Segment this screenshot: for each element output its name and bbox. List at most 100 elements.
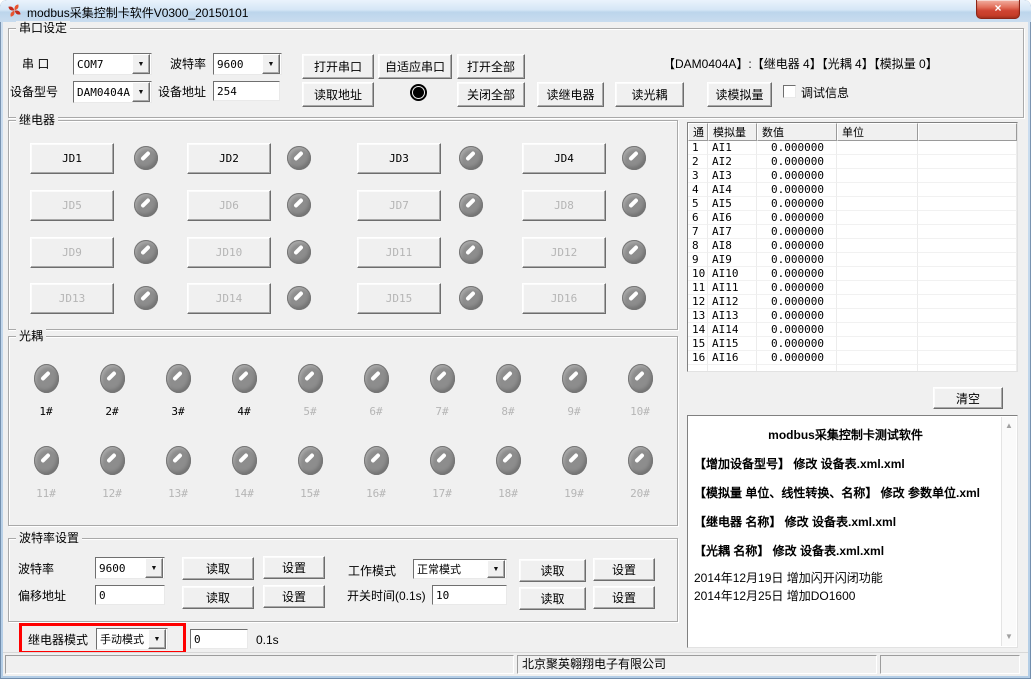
analog-table-row[interactable]: 14AI140.000000 xyxy=(688,323,1017,337)
analog-table-row[interactable]: 2AI20.000000 xyxy=(688,155,1017,169)
opto-row-2: 11#12#13#14#15#16#17#18#19#20# xyxy=(13,446,673,500)
relay-button-jd5[interactable]: JD5 xyxy=(30,190,114,221)
relay-button-jd11[interactable]: JD11 xyxy=(357,237,441,268)
analog-table-row[interactable]: 16AI160.000000 xyxy=(688,351,1017,365)
relay-button-jd1[interactable]: JD1 xyxy=(30,143,114,174)
analog-table-header: 通模拟量数值单位 xyxy=(688,123,1017,141)
debug-info-checkbox[interactable] xyxy=(783,85,796,98)
analog-table-row[interactable]: 10AI100.000000 xyxy=(688,267,1017,281)
relay-led-indicator xyxy=(287,286,311,310)
opto-row-1: 1#2#3#4#5#6#7#8#9#10# xyxy=(13,364,673,418)
baud-setting-combobox[interactable]: 9600 ▼ xyxy=(95,557,165,579)
dropdown-arrow-icon: ▼ xyxy=(145,558,163,578)
analog-table-row[interactable]: 13AI130.000000 xyxy=(688,309,1017,323)
relay-button-jd9[interactable]: JD9 xyxy=(30,237,114,268)
analog-col-header[interactable]: 通 xyxy=(688,123,708,141)
read-analog-button[interactable]: 读模拟量 xyxy=(707,82,772,107)
analog-table-row[interactable]: 3AI30.000000 xyxy=(688,169,1017,183)
switch-time-input[interactable] xyxy=(432,585,507,605)
close-all-button[interactable]: 关闭全部 xyxy=(457,82,525,107)
opto-channel-label: 6# xyxy=(369,405,382,418)
relay-button-jd12[interactable]: JD12 xyxy=(522,237,606,268)
opto-channel-label: 1# xyxy=(39,405,52,418)
offset-set-button[interactable]: 设置 xyxy=(263,585,325,608)
device-info-text: 【DAM0404A】:【继电器 4】【光耦 4】【模拟量 0】 xyxy=(663,57,938,71)
opto-channel-label: 5# xyxy=(303,405,316,418)
auto-serial-button[interactable]: 自适应串口 xyxy=(378,54,452,79)
relay-mode-time-input[interactable] xyxy=(190,629,248,649)
baudrate-settings-group: 波特率设置 波特率 9600 ▼ 读取 设置 偏移地址 读取 设置 工作模式 正… xyxy=(8,538,678,622)
relay-led-indicator xyxy=(622,146,646,170)
relay-button-jd6[interactable]: JD6 xyxy=(187,190,271,221)
addr-label: 设备地址 xyxy=(158,85,206,99)
opto-channel: 18# xyxy=(475,446,541,500)
relay-button-jd2[interactable]: JD2 xyxy=(187,143,271,174)
opto-channel-label: 13# xyxy=(168,487,188,500)
read-opto-button[interactable]: 读光耦 xyxy=(615,82,684,107)
opto-channel: 8# xyxy=(475,364,541,418)
relay-button-jd13[interactable]: JD13 xyxy=(30,283,114,314)
opto-channel-label: 9# xyxy=(567,405,580,418)
analog-table-row[interactable]: 4AI40.000000 xyxy=(688,183,1017,197)
relay-button-jd8[interactable]: JD8 xyxy=(522,190,606,221)
relay-button-jd14[interactable]: JD14 xyxy=(187,283,271,314)
switch-time-read-button[interactable]: 读取 xyxy=(519,587,586,610)
baud-read-button[interactable]: 读取 xyxy=(182,557,254,580)
clear-button[interactable]: 清空 xyxy=(933,387,1003,409)
close-button[interactable]: × xyxy=(976,0,1020,19)
relay-button-jd3[interactable]: JD3 xyxy=(357,143,441,174)
model-combobox[interactable]: DAM0404A ▼ xyxy=(73,81,152,103)
analog-table-row[interactable]: 6AI60.000000 xyxy=(688,211,1017,225)
baud-combobox[interactable]: 9600 ▼ xyxy=(213,53,282,75)
work-mode-combobox[interactable]: 正常模式 ▼ xyxy=(413,559,507,579)
read-address-button[interactable]: 读取地址 xyxy=(302,82,374,107)
title-bar[interactable]: modbus采集控制卡软件V0300_20150101 × xyxy=(0,0,1031,22)
analog-table-row[interactable]: 7AI70.000000 xyxy=(688,225,1017,239)
relay-button-jd4[interactable]: JD4 xyxy=(522,143,606,174)
offset-read-button[interactable]: 读取 xyxy=(182,586,254,609)
relay-led-indicator xyxy=(287,240,311,264)
relay-led-indicator xyxy=(134,193,158,217)
relay-mode-combobox[interactable]: 手动模式 ▼ xyxy=(96,628,168,650)
relay-button-jd16[interactable]: JD16 xyxy=(522,283,606,314)
analog-table-row[interactable]: 12AI120.000000 xyxy=(688,295,1017,309)
analog-col-header[interactable]: 数值 xyxy=(757,123,837,141)
opto-led-indicator xyxy=(364,364,389,393)
opto-led-indicator xyxy=(628,364,653,393)
open-serial-button[interactable]: 打开串口 xyxy=(302,54,374,79)
relay-led-indicator xyxy=(459,286,483,310)
switch-time-set-button[interactable]: 设置 xyxy=(593,586,655,609)
analog-col-header[interactable]: 单位 xyxy=(837,123,918,141)
opto-channel: 2# xyxy=(79,364,145,418)
app-window: modbus采集控制卡软件V0300_20150101 × 串口设定 串 口 C… xyxy=(0,0,1031,679)
open-all-button[interactable]: 打开全部 xyxy=(457,54,525,79)
relay-button-jd7[interactable]: JD7 xyxy=(357,190,441,221)
analog-table-row[interactable]: 1AI10.000000 xyxy=(688,141,1017,155)
relay-button-jd15[interactable]: JD15 xyxy=(357,283,441,314)
analog-table-row[interactable]: 9AI90.000000 xyxy=(688,253,1017,267)
analog-table-row[interactable]: 11AI110.000000 xyxy=(688,281,1017,295)
port-combobox[interactable]: COM7 ▼ xyxy=(73,53,152,75)
relay-led-indicator xyxy=(459,193,483,217)
work-mode-set-button[interactable]: 设置 xyxy=(593,558,655,581)
offset-input[interactable] xyxy=(95,585,165,605)
opto-channel-label: 15# xyxy=(300,487,320,500)
relay-button-jd10[interactable]: JD10 xyxy=(187,237,271,268)
scroll-up-icon[interactable]: ▲ xyxy=(1002,419,1016,433)
relay-led-indicator xyxy=(134,286,158,310)
opto-led-indicator xyxy=(232,364,257,393)
analog-col-header[interactable]: 模拟量 xyxy=(708,123,757,141)
analog-table-row[interactable]: 15AI150.000000 xyxy=(688,337,1017,351)
analog-col-header[interactable] xyxy=(918,123,1017,141)
read-relay-button[interactable]: 读继电器 xyxy=(537,82,604,107)
scroll-down-icon[interactable]: ▼ xyxy=(1002,630,1016,644)
device-address-input[interactable] xyxy=(213,81,280,101)
analog-table-row[interactable]: 8AI80.000000 xyxy=(688,239,1017,253)
info-scrollbar[interactable]: ▲ ▼ xyxy=(1001,417,1016,646)
work-mode-read-button[interactable]: 读取 xyxy=(519,559,586,582)
analog-table-row[interactable]: 5AI50.000000 xyxy=(688,197,1017,211)
relay-group-title: 继电器 xyxy=(16,113,58,127)
opto-channel-label: 10# xyxy=(630,405,650,418)
baud-group-title: 波特率设置 xyxy=(16,531,82,545)
baud-set-button[interactable]: 设置 xyxy=(263,556,325,579)
